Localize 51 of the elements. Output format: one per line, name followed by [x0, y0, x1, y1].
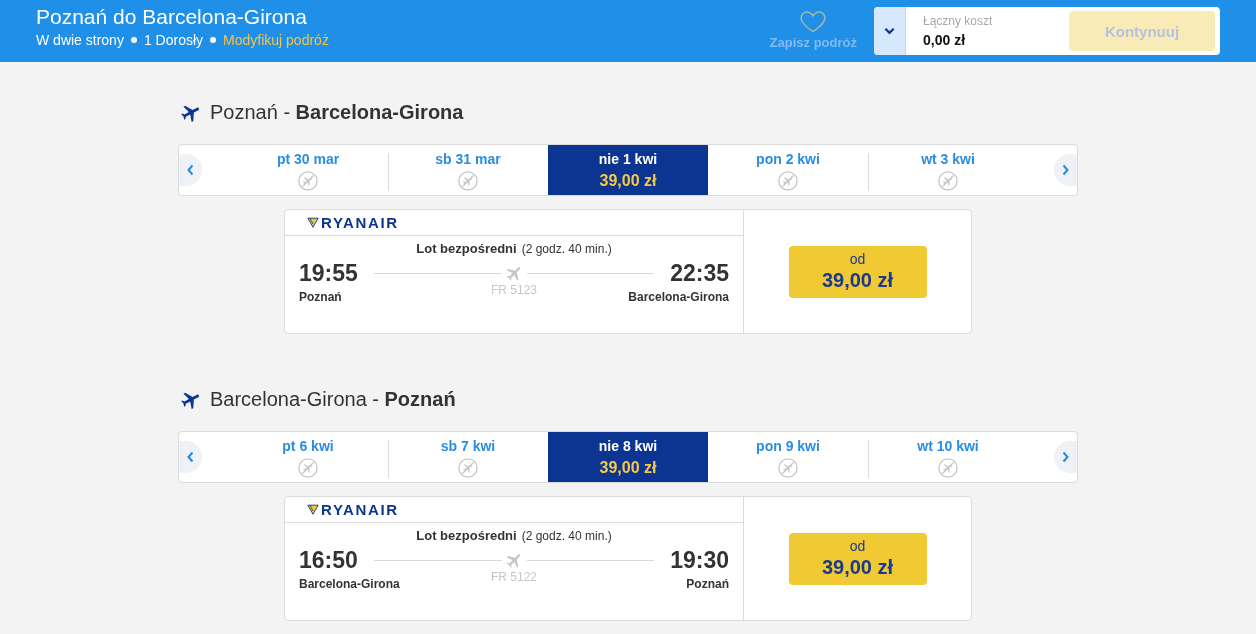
- next-dates-button[interactable]: [1054, 154, 1077, 186]
- chevron-right-icon: [1062, 164, 1069, 176]
- no-flights-icon: [778, 458, 798, 478]
- arrival-city: Poznań: [686, 577, 729, 591]
- next-dates-button[interactable]: [1054, 441, 1077, 473]
- total-cost-value: 0,00 zł: [923, 30, 967, 49]
- harp-emblem-icon: [307, 217, 319, 228]
- total-cost-label: Łączny koszt: [923, 13, 993, 29]
- chevron-down-icon: [884, 27, 895, 35]
- passengers-label: 1 Dorosły: [143, 31, 204, 49]
- dropdown-button[interactable]: [874, 7, 906, 55]
- airline-logo-text: RYANAIR: [321, 500, 399, 519]
- no-flights-icon: [298, 458, 318, 478]
- modify-trip-link[interactable]: Modyfikuj podróż: [223, 31, 329, 49]
- no-flights-icon: [458, 171, 478, 191]
- departure-city: Barcelona-Girona: [299, 577, 400, 591]
- trip-title: Poznań do Barcelona-Girona: [36, 5, 307, 29]
- route-heading: Barcelona-Girona - Poznań: [210, 387, 456, 412]
- separator-dot-icon: [210, 37, 217, 43]
- flight-type-label: Lot bezpośredni: [416, 528, 517, 543]
- previous-dates-button[interactable]: [179, 154, 202, 186]
- flight-number: FR 5123: [491, 283, 537, 299]
- flight-number: FR 5122: [491, 570, 537, 586]
- no-flights-icon: [938, 458, 958, 478]
- arrival-time: 22:35: [670, 260, 729, 286]
- arrival-city: Barcelona-Girona: [628, 290, 729, 304]
- route-heading: Poznań - Barcelona-Girona: [210, 100, 464, 125]
- arrival-time: 19:30: [670, 547, 729, 573]
- price-button[interactable]: od 39,00 zł: [788, 245, 927, 298]
- date-tab[interactable]: nie 8 kwi 39,00 zł: [548, 432, 708, 482]
- departure-city: Poznań: [299, 290, 342, 304]
- harp-emblem-icon: [307, 504, 319, 515]
- flight-type-label: Lot bezpośredni: [416, 241, 517, 256]
- no-flights-icon: [298, 171, 318, 191]
- chevron-left-icon: [187, 451, 194, 463]
- trip-type-label: W dwie strony: [36, 31, 124, 49]
- flight-duration: (2 godz. 40 min.): [521, 242, 612, 257]
- chevron-left-icon: [187, 164, 194, 176]
- departure-time: 16:50: [299, 547, 358, 573]
- no-flights-icon: [778, 171, 798, 191]
- no-flights-icon: [458, 458, 478, 478]
- separator-dot-icon: [130, 37, 137, 43]
- heart-icon: [800, 11, 827, 33]
- chevron-right-icon: [1062, 451, 1069, 463]
- flight-duration: (2 godz. 40 min.): [521, 529, 612, 544]
- no-flights-icon: [938, 171, 958, 191]
- date-tab[interactable]: nie 1 kwi 39,00 zł: [548, 145, 708, 195]
- previous-dates-button[interactable]: [179, 441, 202, 473]
- price-button[interactable]: od 39,00 zł: [788, 532, 927, 585]
- departure-time: 19:55: [299, 260, 358, 286]
- airline-logo-text: RYANAIR: [321, 213, 399, 232]
